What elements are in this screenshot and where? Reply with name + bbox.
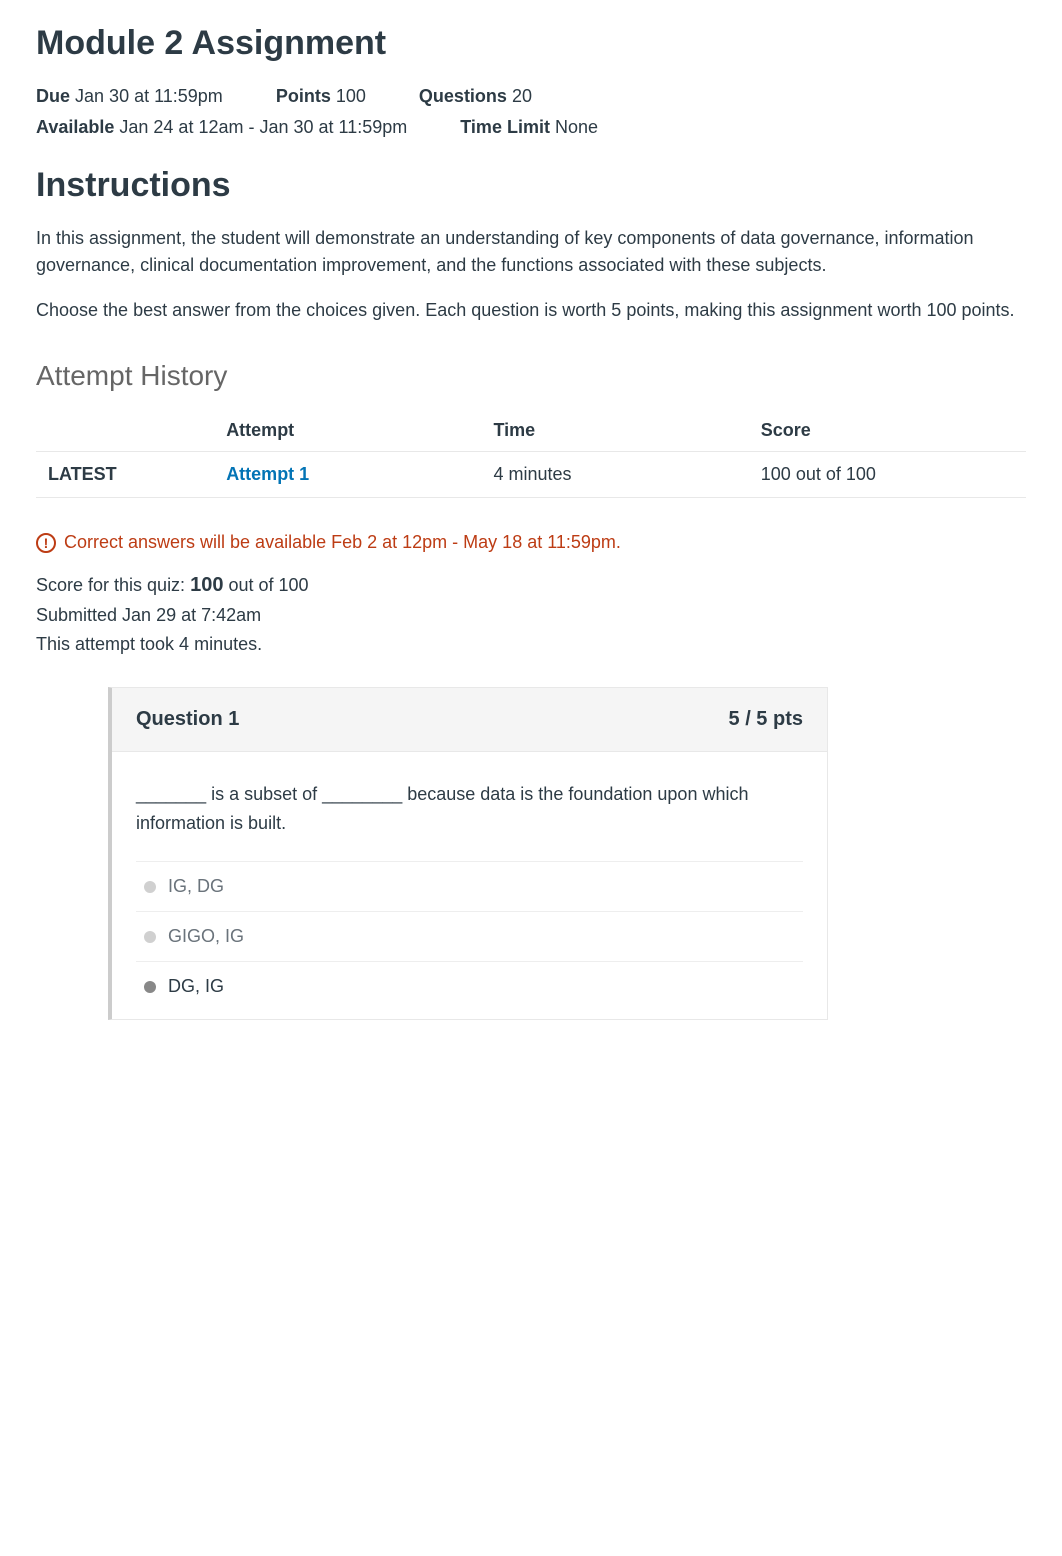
attempt-history-heading: Attempt History [36, 360, 1026, 392]
question-stem: _______ is a subset of ________ because … [136, 780, 803, 838]
question-card: Question 1 5 / 5 pts _______ is a subset… [108, 687, 828, 1021]
question-body: _______ is a subset of ________ because … [112, 752, 827, 1020]
col-score: Score [749, 410, 1026, 452]
questions-label: Questions [419, 86, 507, 106]
correct-answers-notice: ! Correct answers will be available Feb … [36, 532, 1026, 553]
attempt-duration: This attempt took 4 minutes. [36, 630, 1026, 659]
notice-text: Correct answers will be available Feb 2 … [64, 532, 621, 553]
answer-option-selected: DG, IG [136, 961, 803, 1011]
submitted-time: Submitted Jan 29 at 7:42am [36, 601, 1026, 630]
instructions-p2: Choose the best answer from the choices … [36, 297, 1026, 324]
col-blank [36, 410, 214, 452]
latest-badge: LATEST [48, 464, 117, 484]
attempt-score: 100 out of 100 [749, 452, 1026, 498]
page-title: Module 2 Assignment [36, 24, 1026, 63]
warning-icon: ! [36, 533, 56, 553]
col-attempt: Attempt [214, 410, 481, 452]
questions-value: 20 [512, 86, 532, 106]
quiz-meta: Due Jan 30 at 11:59pm Points 100 Questio… [36, 81, 1026, 142]
points-label: Points [276, 86, 331, 106]
instructions-p1: In this assignment, the student will dem… [36, 225, 1026, 279]
question-points: 5 / 5 pts [729, 708, 803, 731]
attempt-time: 4 minutes [481, 452, 748, 498]
question-header: Question 1 5 / 5 pts [112, 688, 827, 752]
answer-option: IG, DG [136, 861, 803, 911]
score-value: 100 [190, 574, 223, 596]
score-summary: Score for this quiz: 100 out of 100 Subm… [36, 569, 1026, 659]
due-label: Due [36, 86, 70, 106]
points-value: 100 [336, 86, 366, 106]
score-prefix: Score for this quiz: [36, 575, 190, 595]
available-value: Jan 24 at 12am - Jan 30 at 11:59pm [119, 117, 407, 137]
question-title: Question 1 [136, 708, 239, 731]
instructions-heading: Instructions [36, 166, 1026, 205]
score-suffix: out of 100 [223, 575, 308, 595]
attempt-link[interactable]: Attempt 1 [226, 464, 309, 484]
timelimit-label: Time Limit [460, 117, 550, 137]
col-time: Time [481, 410, 748, 452]
answer-option: GIGO, IG [136, 911, 803, 961]
table-row: LATEST Attempt 1 4 minutes 100 out of 10… [36, 452, 1026, 498]
timelimit-value: None [555, 117, 598, 137]
available-label: Available [36, 117, 114, 137]
due-value: Jan 30 at 11:59pm [75, 86, 223, 106]
attempts-table: Attempt Time Score LATEST Attempt 1 4 mi… [36, 410, 1026, 498]
